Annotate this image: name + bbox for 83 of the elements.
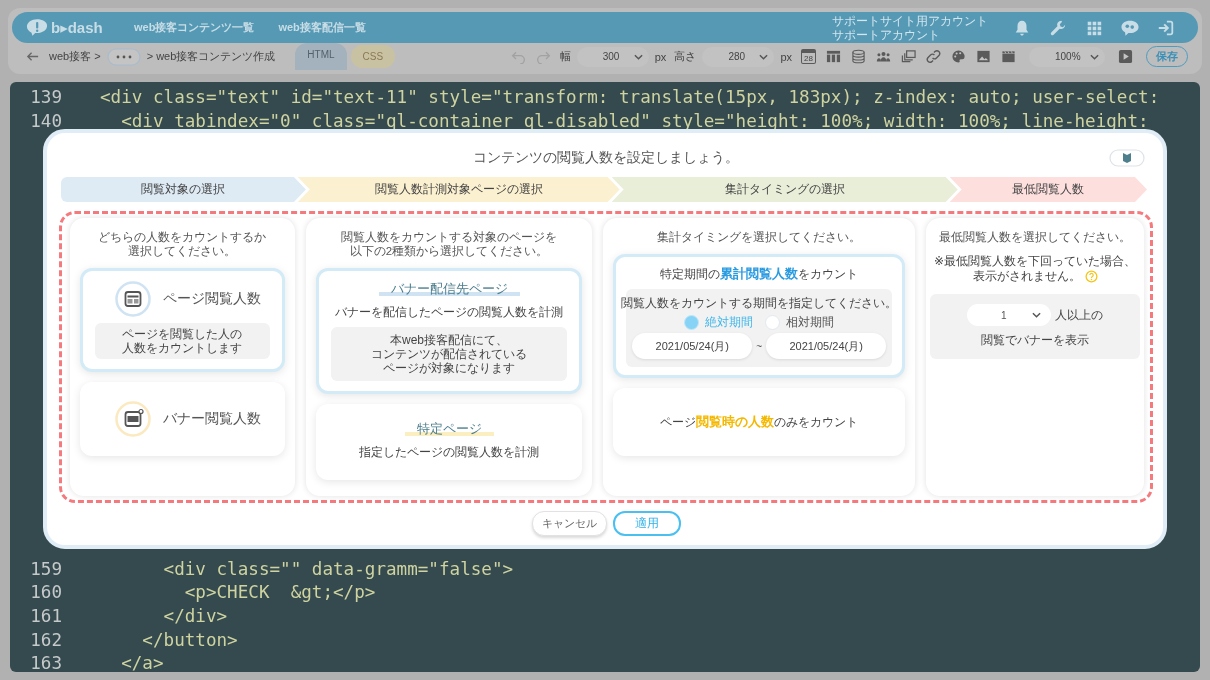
image-icon[interactable] (976, 49, 991, 64)
unit-label: px (654, 50, 667, 63)
step-indicator: 集計タイミングの選択 (611, 177, 958, 202)
option-subtitle: バナーを配信したページの閲覧人数を計測 (335, 304, 563, 321)
line-number: 160 (29, 581, 62, 605)
date-field[interactable]: 2021/05/24(月) (632, 333, 753, 359)
option-subtitle: 指定したページの閲覧人数を計測 (359, 444, 539, 461)
suffix-text: 閲覧でバナーを表示 (981, 332, 1090, 349)
option-title: バナー閲覧人数 (163, 410, 261, 428)
chevron-down-icon (759, 53, 769, 60)
option-card[interactable]: 特定期間の累計閲覧人数をカウント 閲覧人数をカウントする期間を指定してください。 絶対期間 相対期間 2021/05/24(月) ~ 2021/05/24(月) (613, 254, 906, 378)
breadcrumb-link[interactable]: web接客 > (49, 49, 101, 64)
suffix-text: 人以上の (1055, 306, 1104, 324)
option-description: ページを閲覧した人の (122, 327, 243, 341)
width-label: 幅 (559, 49, 571, 64)
option-title: ページ閲覧人数 (163, 290, 261, 308)
note-text: 表示がされません。 (972, 269, 1081, 284)
people-icon[interactable] (876, 49, 891, 64)
breadcrumb-text: > web接客コンテンツ作成 (146, 49, 276, 64)
unit-label: px (780, 50, 792, 63)
code-line: <div class="text" id="text-11" style="transform: translate(15px, 183px); z-index: auto; user-select: (100, 86, 1160, 109)
option-title: バナー配信先ページ (378, 281, 520, 298)
date-field[interactable]: 2021/05/24(月) (766, 333, 887, 359)
count-select[interactable]: 1 (967, 304, 1052, 326)
chevron-down-icon (1090, 53, 1099, 60)
code-line: </div> (162, 605, 228, 629)
option-card[interactable]: ページ閲覧人数 ページを閲覧した人の 人数をカウントします (80, 268, 285, 372)
chevron-down-icon (633, 53, 643, 60)
instruction-text: 集計タイミングを選択してください。 (656, 230, 863, 244)
clapperboard-icon[interactable] (1001, 49, 1016, 64)
option-card[interactable]: バナー閲覧人数 (80, 382, 285, 456)
radio-option[interactable]: 相対期間 (765, 315, 835, 330)
cancel-button[interactable]: キャンセル (531, 511, 607, 536)
database-icon[interactable] (851, 49, 866, 64)
option-description: コンテンツが配信されている (371, 347, 527, 361)
step-indicator: 閲覧対象の選択 (61, 177, 306, 202)
option-card[interactable]: バナー配信先ページ バナーを配信したページの閲覧人数を計測 本web接客配信にて、 コンテンツが配信されている ページが対象になります (315, 268, 583, 394)
line-number: 139 (29, 86, 62, 109)
option-title: ページ閲覧時の人数のみをカウント (660, 413, 859, 431)
line-number: 140 (29, 109, 62, 133)
option-title: 特定ページ (404, 421, 494, 438)
calendar-icon[interactable]: 28 (801, 49, 816, 64)
chevron-down-icon (1032, 312, 1042, 318)
editor-tab[interactable]: HTML (295, 43, 347, 70)
option-description: ページが対象になります (383, 361, 515, 375)
zoom-select[interactable]: 100% (1029, 46, 1105, 67)
logo-text: b▸dash (51, 18, 103, 37)
instruction-text: 以下の2種類から選択してください。 (349, 244, 549, 258)
line-number: 159 (29, 557, 62, 581)
link-icon[interactable] (926, 49, 941, 64)
instruction-text: 最低閲覧人数を選択してください。 (938, 230, 1133, 244)
dialog-title: コンテンツの閲覧人数を設定しましょう。 (473, 149, 739, 167)
play-icon[interactable] (1118, 49, 1133, 64)
speech-bubble-icon (26, 18, 48, 37)
note-text: ※最低閲覧人数を下回っていた場合、 (934, 254, 1137, 269)
palette-icon[interactable] (951, 49, 966, 64)
table-icon[interactable] (826, 49, 841, 64)
code-line: <p>CHECK &gt;</p> (183, 581, 376, 605)
line-number: 162 (29, 628, 62, 652)
line-number: 161 (29, 605, 62, 629)
code-line: </button> (141, 628, 238, 652)
chat-bubble-icon[interactable] (1120, 18, 1140, 37)
instruction-text: どちらの人数をカウントするか (98, 230, 267, 244)
period-prompt: 閲覧人数をカウントする期間を指定してください。 (621, 295, 898, 312)
height-label: 高さ (674, 49, 697, 64)
layers-icon[interactable] (901, 49, 916, 64)
code-line: <div tabindex="0" class="ql-container ql-disabled" style="height: 100%; width: 100%; line-height: (120, 109, 1150, 133)
instruction-text: 閲覧人数をカウントする対象のページを (341, 230, 557, 244)
instruction-text: 選択してください。 (128, 244, 237, 258)
width-select[interactable]: 300 (576, 46, 649, 67)
option-description: 人数をカウントします (122, 341, 243, 355)
sign-in-icon[interactable] (1156, 18, 1176, 37)
option-description: 本web接客配信にて、 (390, 333, 508, 347)
line-number: 163 (29, 652, 62, 672)
step-indicator: 閲覧人数計測対象ページの選択 (297, 177, 620, 202)
guide-button[interactable] (1109, 149, 1145, 167)
height-select[interactable]: 280 (702, 46, 775, 67)
range-separator: ~ (756, 340, 763, 352)
option-title: 特定期間の累計閲覧人数をカウント (660, 265, 859, 283)
wrench-icon[interactable] (1048, 18, 1068, 37)
code-line: </a> (120, 652, 164, 672)
code-line: <div class="" data-gramm="false"> (162, 557, 514, 581)
step-indicator: 最低閲覧人数 (949, 177, 1147, 202)
